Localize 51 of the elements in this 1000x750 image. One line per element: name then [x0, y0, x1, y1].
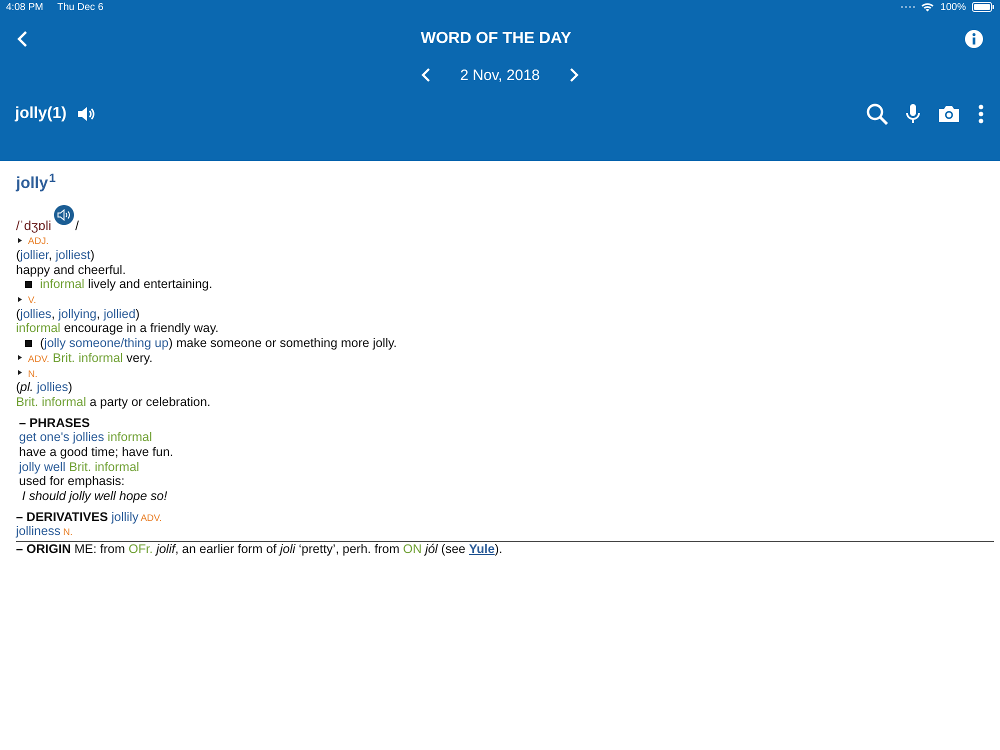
- status-time: 4:08 PM: [6, 2, 44, 12]
- square-bullet-icon: [25, 280, 32, 288]
- back-button[interactable]: [16, 30, 28, 48]
- sense-line: (jolly someone/thing up) make someone or something more jolly.: [40, 336, 397, 350]
- date-label: 2 Nov, 2018: [460, 66, 540, 84]
- sense-line: informal lively and entertaining.: [40, 277, 212, 292]
- headword: jolly: [16, 175, 48, 193]
- phrase-line: have a good time; have fun.: [19, 444, 174, 459]
- homograph-number: 1: [49, 171, 56, 185]
- entry-word: jolly(1): [15, 105, 67, 123]
- battery-icon: [972, 2, 994, 12]
- definition-line: happy and cheerful.: [16, 262, 126, 277]
- pronunciation-slash: /: [75, 218, 79, 233]
- definition-line: (pl. jollies): [16, 380, 72, 394]
- definition-line: (jollies, jollying, jollied): [16, 306, 140, 321]
- next-day-button[interactable]: [568, 67, 580, 83]
- phrase-line: jolly well Brit. informal: [19, 460, 140, 474]
- phrase-line: get one's jollies informal: [19, 430, 152, 444]
- definition-line: Brit. informal a party or celebration.: [16, 394, 211, 409]
- battery-percent: 100%: [940, 2, 966, 12]
- section-heading: – PHRASES: [19, 416, 90, 430]
- triangle-icon: [18, 355, 22, 360]
- triangle-icon: [18, 370, 22, 376]
- camera-button[interactable]: [938, 105, 960, 123]
- definition-line: informal encourage in a friendly way.: [16, 321, 219, 336]
- part-of-speech-line: ADJ.: [28, 235, 49, 248]
- microphone-button[interactable]: [906, 104, 920, 124]
- part-of-speech-line: ADV. Brit. informal very.: [28, 350, 153, 365]
- signal-icon: [901, 5, 916, 9]
- definition-line: jolliness N.: [16, 524, 73, 538]
- pronunciation: /ˈdʒɒli: [16, 218, 52, 233]
- origin-line: – ORIGIN ME: from OFr. jolif, an earlier form of joli ‘pretty’, perh. from ON jól (see Yule).: [16, 542, 502, 556]
- triangle-icon: [18, 296, 22, 302]
- definition-line: (jollier, jolliest): [16, 248, 95, 262]
- example-sentence: I should jolly well hope so!: [22, 489, 168, 504]
- previous-day-button[interactable]: [420, 67, 432, 83]
- part-of-speech-line: N.: [28, 368, 38, 380]
- search-button[interactable]: [866, 103, 888, 125]
- speaker-button[interactable]: [76, 106, 95, 122]
- wifi-icon: [921, 2, 934, 12]
- page-title: WORD OF THE DAY: [420, 30, 572, 48]
- yule-link[interactable]: Yule: [468, 542, 495, 556]
- triangle-icon: [18, 238, 22, 243]
- play-audio-button[interactable]: [54, 205, 74, 225]
- more-menu-button[interactable]: [978, 104, 984, 124]
- phrase-line: used for emphasis:: [19, 474, 125, 488]
- status-date: Thu Dec 6: [57, 2, 104, 12]
- square-bullet-icon: [25, 340, 32, 347]
- info-button[interactable]: [964, 29, 984, 49]
- derivatives-line: – DERIVATIVES jollily ADV.: [16, 510, 162, 524]
- part-of-speech-line: V.: [28, 294, 36, 306]
